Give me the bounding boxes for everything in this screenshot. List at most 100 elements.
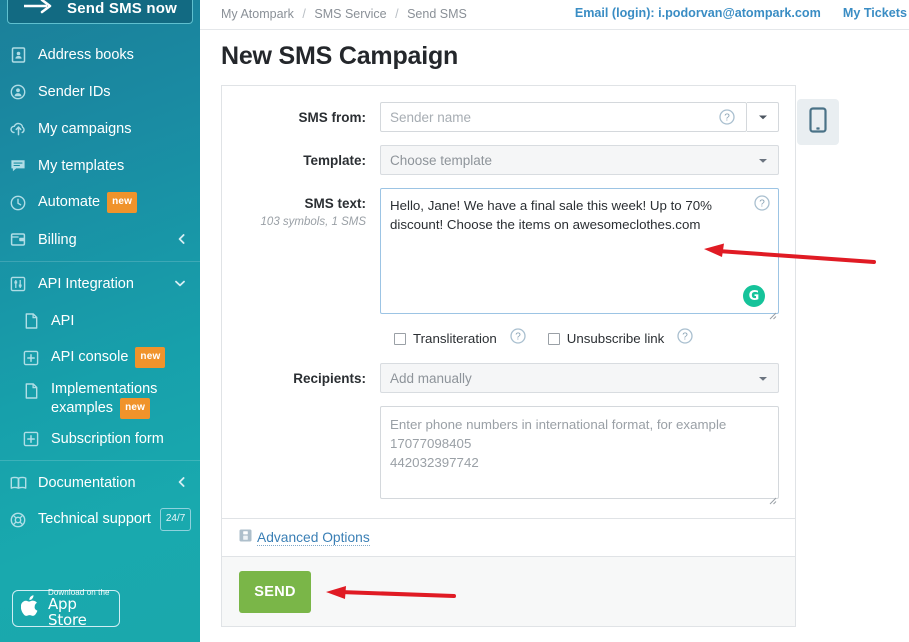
arrow-right-icon	[23, 0, 53, 19]
sliders-icon	[9, 275, 27, 293]
send-sms-now-button[interactable]: Send SMS now	[7, 0, 193, 24]
grammarly-icon[interactable]: G	[743, 285, 765, 307]
clock-icon	[9, 194, 27, 212]
app-store-badge[interactable]: Download on the App Store	[12, 588, 120, 627]
unsubscribe-link-label[interactable]: Unsubscribe link	[567, 331, 665, 346]
sidebar-item-label: API	[51, 312, 75, 329]
template-select-value: Choose template	[390, 152, 493, 168]
wallet-icon	[9, 231, 27, 249]
mobile-preview-tab[interactable]	[797, 99, 839, 145]
sms-from-dropdown-button[interactable]	[747, 102, 779, 132]
recipients-label: Recipients:	[293, 371, 366, 386]
sms-from-input[interactable]	[380, 102, 747, 132]
book-icon	[9, 474, 27, 492]
form-footer: SEND	[222, 556, 795, 626]
sidebar-item-automate[interactable]: Automate new	[0, 184, 200, 221]
sms-campaign-form-panel: SMS from: ? Temp	[221, 85, 796, 627]
form-body: SMS from: ? Temp	[222, 86, 795, 518]
sidebar-item-label: API console new	[51, 347, 166, 368]
sms-text-label: SMS text:	[304, 196, 366, 211]
send-button[interactable]: SEND	[239, 570, 311, 613]
template-select[interactable]: Choose template	[380, 145, 779, 175]
sidebar-item-api-integration[interactable]: API Integration	[0, 265, 200, 302]
form-row-options: Transliteration ? Unsubscribe link ?	[394, 328, 795, 349]
sidebar-item-technical-support[interactable]: Technical support 24/7	[0, 501, 200, 538]
form-row-recipients: Recipients: Add manually	[222, 363, 795, 393]
file-icon	[22, 312, 40, 330]
sms-text-help-icon[interactable]: ?	[754, 195, 770, 216]
app-root: Send SMS now Address books Sender IDs My…	[0, 0, 909, 642]
badge-new: new	[107, 192, 138, 213]
template-label: Template:	[303, 153, 366, 168]
file-icon	[22, 382, 40, 400]
sidebar-item-my-campaigns[interactable]: My campaigns	[0, 110, 200, 147]
textarea-resize-handle[interactable]	[767, 307, 777, 320]
transliteration-label[interactable]: Transliteration	[413, 331, 497, 346]
window-plus-icon	[22, 430, 40, 448]
sms-from-label-cell: SMS from:	[222, 102, 380, 127]
my-tickets-link[interactable]: My Tickets	[843, 6, 907, 20]
phones-field-cell	[380, 406, 795, 505]
svg-text:?: ?	[515, 332, 521, 343]
sms-text-label-cell: SMS text: 103 symbols, 1 SMS	[222, 188, 380, 228]
form-row-sms-from: SMS from: ?	[222, 102, 795, 132]
svg-text:?: ?	[683, 332, 689, 343]
mobile-phone-icon	[808, 106, 828, 138]
sidebar-item-label: Billing	[38, 231, 77, 248]
sidebar: Send SMS now Address books Sender IDs My…	[0, 0, 200, 642]
phones-label-cell	[222, 406, 380, 413]
speech-bubble-icon	[9, 157, 27, 175]
sidebar-item-api[interactable]: API	[0, 302, 200, 339]
upload-cloud-icon	[9, 120, 27, 138]
textarea-resize-handle[interactable]	[767, 492, 777, 505]
sidebar-item-label: Technical support 24/7	[38, 508, 192, 531]
badge-new: new	[120, 398, 151, 419]
sms-from-field-cell: ?	[380, 102, 795, 132]
sidebar-item-address-books[interactable]: Address books	[0, 36, 200, 73]
sidebar-item-my-templates[interactable]: My templates	[0, 147, 200, 184]
email-login-link[interactable]: Email (login): i.podorvan@atompark.com	[575, 6, 821, 20]
page-title: New SMS Campaign	[221, 42, 459, 70]
chevron-down-icon	[758, 153, 768, 168]
unsubscribe-link-group: Unsubscribe link ?	[547, 328, 694, 349]
unsubscribe-link-help-icon[interactable]: ?	[677, 328, 693, 349]
sidebar-item-api-console[interactable]: API console new	[0, 339, 200, 376]
chevron-down-icon	[175, 279, 185, 289]
template-field-cell: Choose template	[380, 145, 795, 175]
chevron-down-icon	[758, 371, 768, 386]
sidebar-item-documentation[interactable]: Documentation	[0, 464, 200, 501]
apple-icon	[20, 594, 41, 623]
breadcrumb-item-sms-service[interactable]: SMS Service	[314, 7, 386, 21]
breadcrumb-item-send-sms: Send SMS	[407, 7, 467, 21]
sidebar-item-label: API Integration	[38, 275, 134, 292]
sidebar-item-label: Sender IDs	[38, 83, 111, 100]
panel-icon	[239, 529, 252, 547]
recipients-label-cell: Recipients:	[222, 363, 380, 388]
transliteration-checkbox[interactable]	[394, 332, 406, 345]
sidebar-item-label: My templates	[38, 157, 125, 174]
badge-new: new	[135, 347, 166, 368]
phone-numbers-textarea[interactable]	[380, 406, 779, 499]
sidebar-item-label: Automate new	[38, 192, 138, 213]
transliteration-help-icon[interactable]: ?	[510, 328, 526, 349]
sidebar-item-implementations-examples[interactable]: Implementations examples new	[0, 376, 200, 420]
breadcrumb-item-my-atompark[interactable]: My Atompark	[221, 7, 294, 21]
sidebar-item-label: Address books	[38, 46, 134, 63]
header-right-links: Email (login): i.podorvan@atompark.com M…	[575, 6, 907, 20]
sidebar-item-sender-ids[interactable]: Sender IDs	[0, 73, 200, 110]
sms-text-textarea[interactable]	[380, 188, 779, 314]
recipients-field-cell: Add manually	[380, 363, 795, 393]
sidebar-item-subscription-form[interactable]: Subscription form	[0, 420, 200, 457]
breadcrumb-separator: /	[395, 7, 399, 21]
chevron-left-icon	[178, 233, 185, 246]
sms-text-counter: 103 symbols, 1 SMS	[260, 216, 366, 228]
send-sms-now-label: Send SMS now	[67, 0, 177, 17]
sms-from-help-icon[interactable]: ?	[719, 109, 735, 130]
address-book-icon	[9, 46, 27, 64]
recipients-select[interactable]: Add manually	[380, 363, 779, 393]
sidebar-item-billing[interactable]: Billing	[0, 221, 200, 258]
window-plus-icon	[22, 349, 40, 367]
svg-text:?: ?	[724, 113, 730, 124]
advanced-options-link[interactable]: Advanced Options	[257, 530, 370, 546]
unsubscribe-link-checkbox[interactable]	[547, 332, 560, 345]
